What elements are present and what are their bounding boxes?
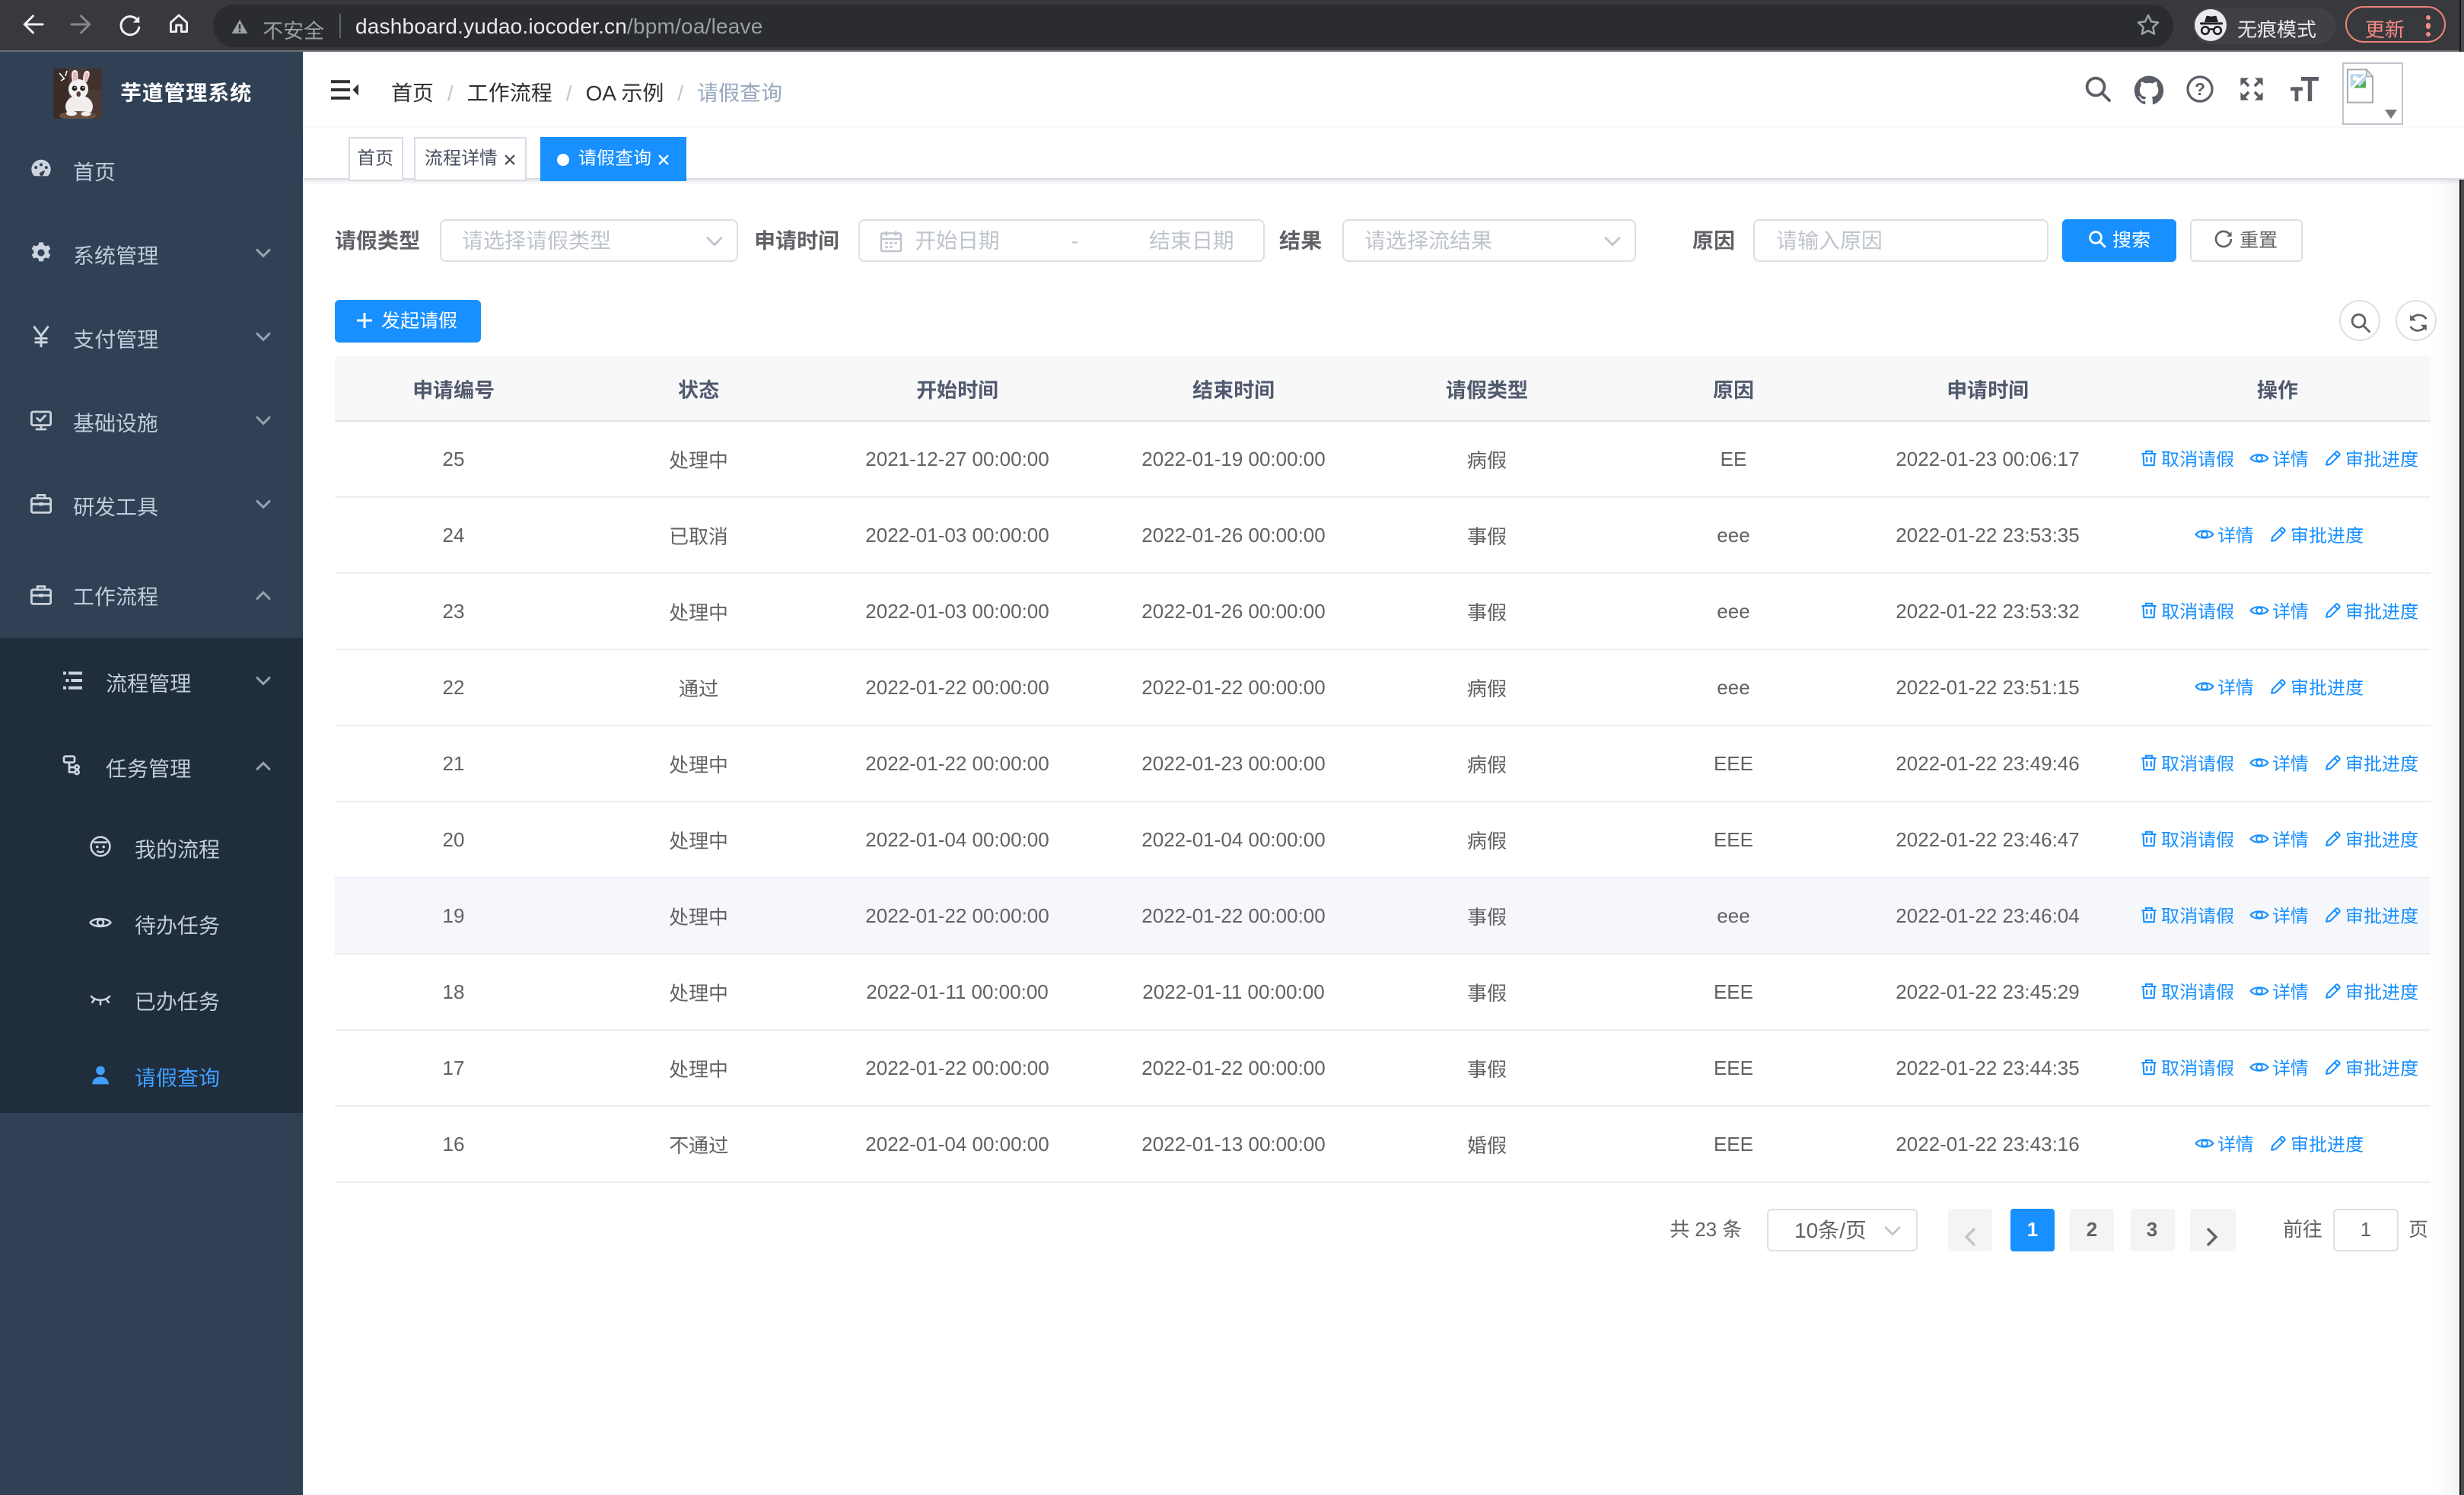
svg-text:?: ? — [2194, 79, 2205, 99]
